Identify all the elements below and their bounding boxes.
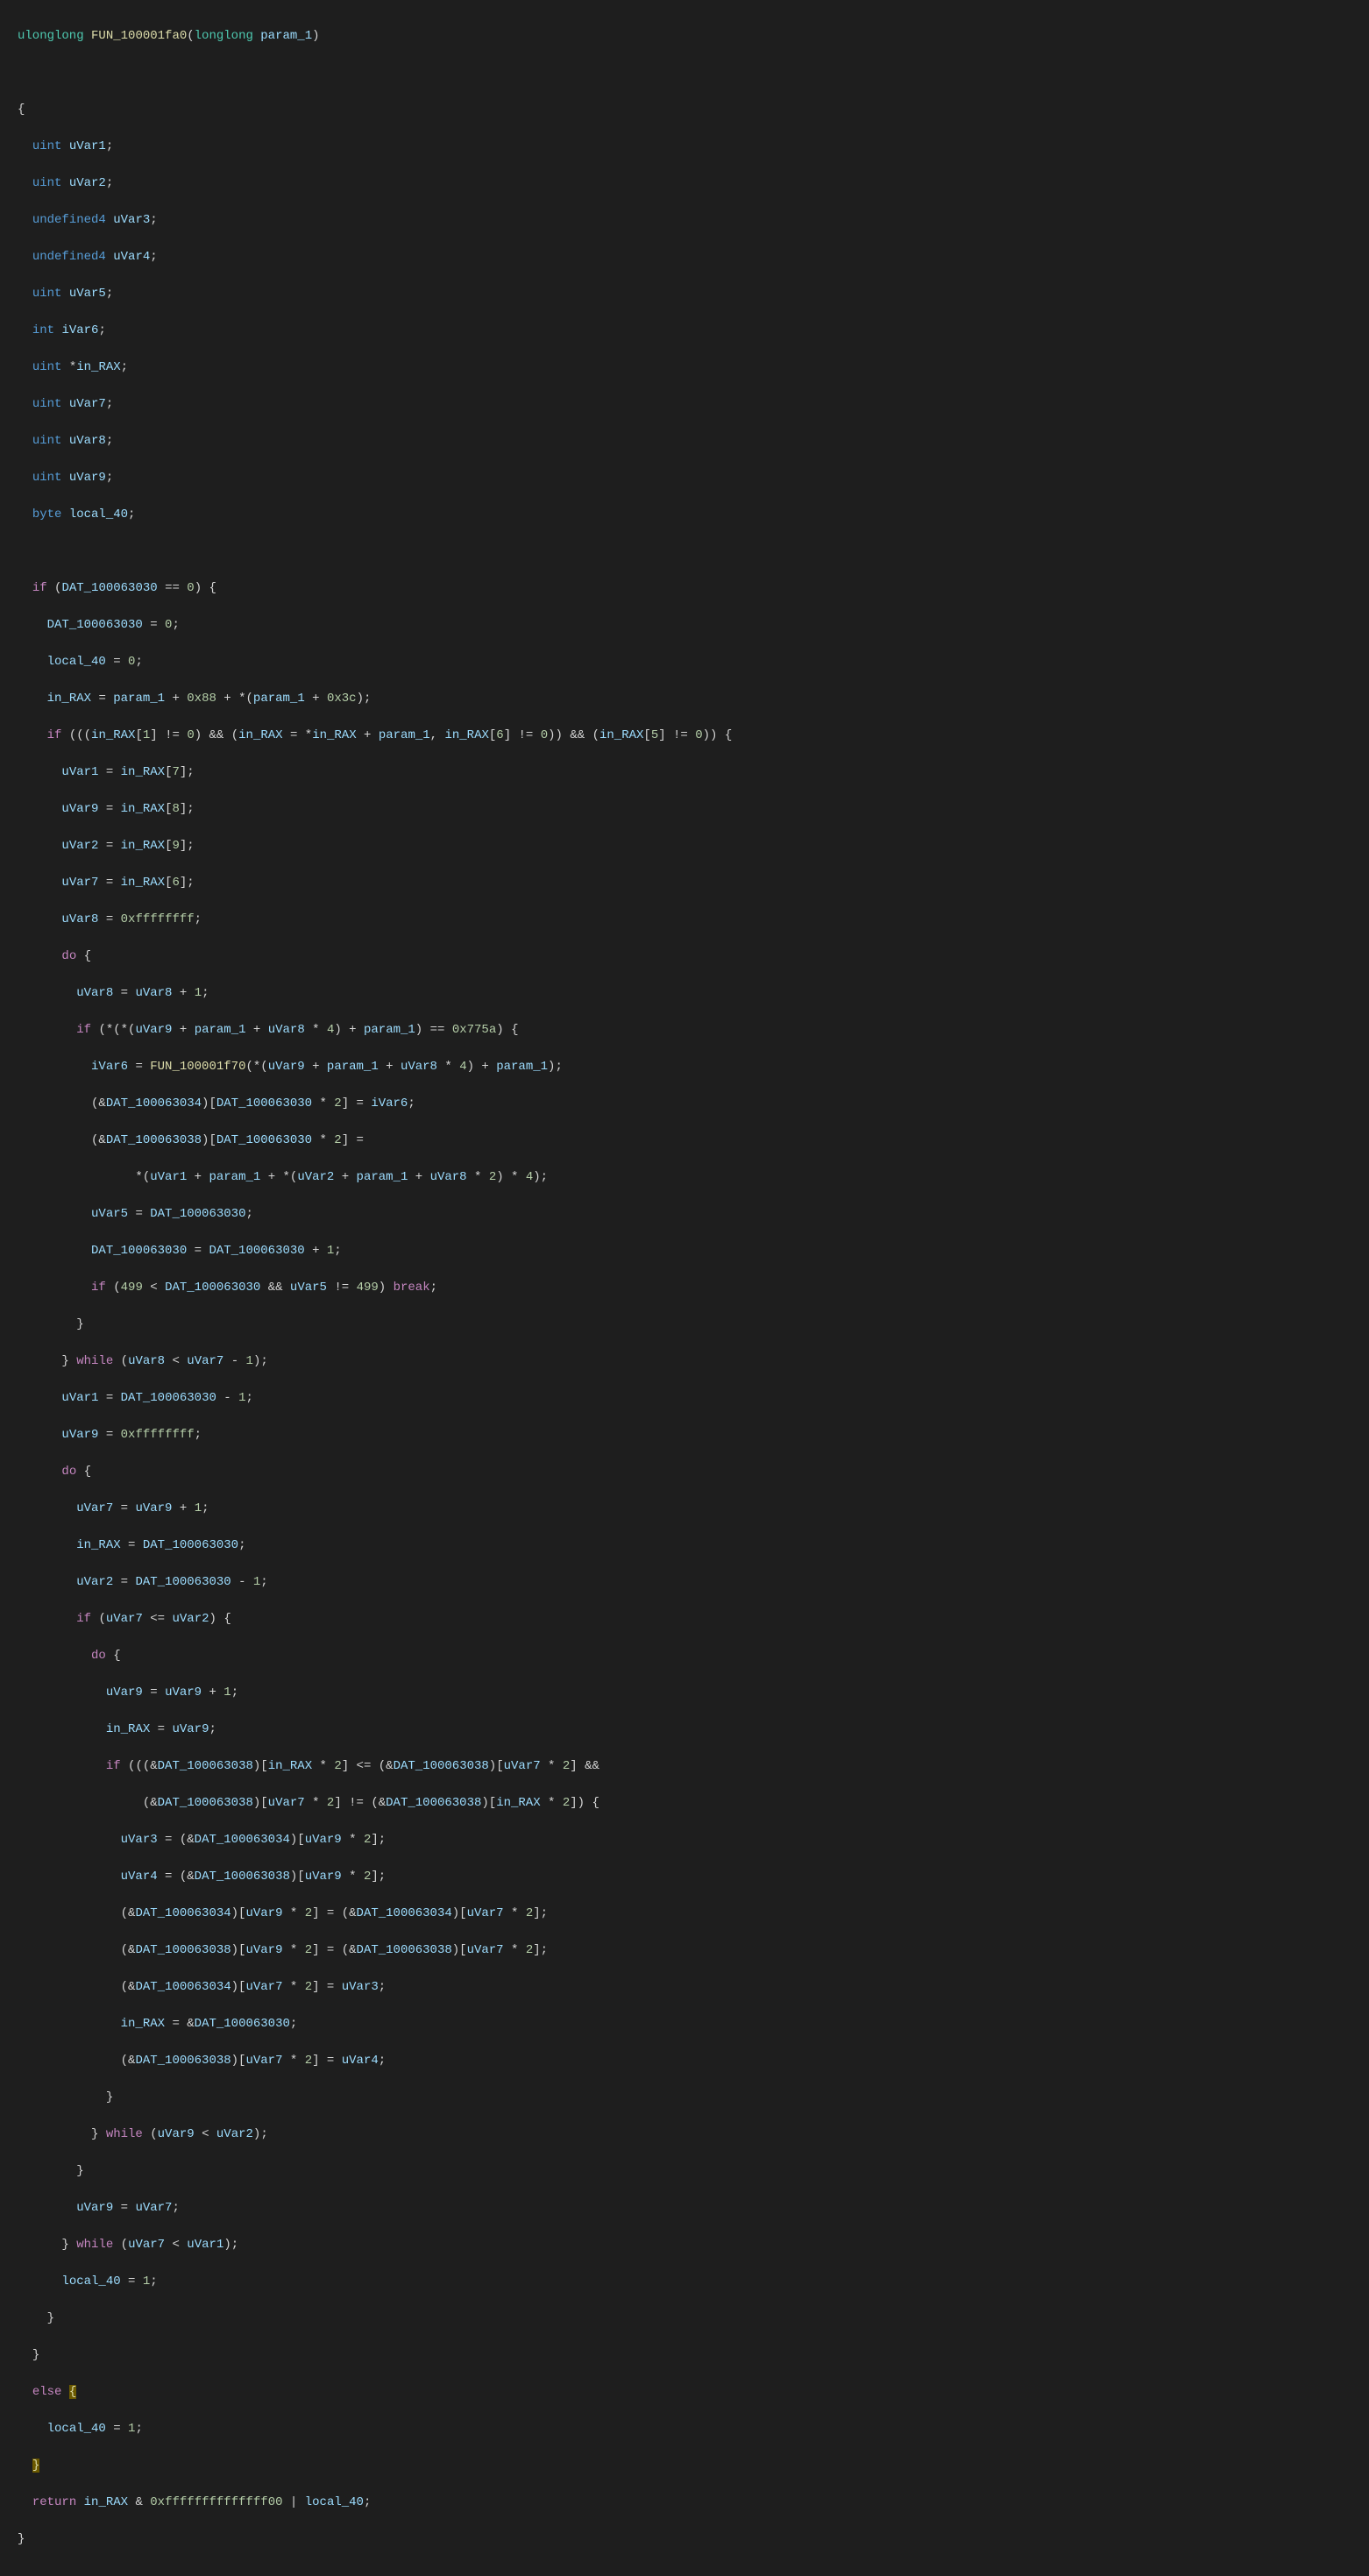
- line-23: uVar8 = 0xffffffff;: [18, 911, 1351, 929]
- line-61: }: [18, 2310, 1351, 2328]
- line-3: uint uVar1;: [18, 138, 1351, 156]
- line-22: uVar7 = in_RAX[6];: [18, 874, 1351, 892]
- line-66: return in_RAX & 0xffffffffffffff00 | loc…: [18, 2494, 1351, 2512]
- line-14: if (DAT_100063030 == 0) {: [18, 579, 1351, 598]
- line-33: if (499 < DAT_100063030 && uVar5 != 499)…: [18, 1279, 1351, 1297]
- line-63: else {: [18, 2383, 1351, 2402]
- line-blank2: [18, 543, 1351, 561]
- line-59: } while (uVar7 < uVar1);: [18, 2236, 1351, 2254]
- line-49: uVar4 = (&DAT_100063038)[uVar9 * 2];: [18, 1868, 1351, 1886]
- line-60: local_40 = 1;: [18, 2273, 1351, 2291]
- line-44: uVar9 = uVar9 + 1;: [18, 1684, 1351, 1702]
- line-43: do {: [18, 1647, 1351, 1665]
- code-view: ulonglong FUN_100001fa0(longlong param_1…: [0, 9, 1369, 2567]
- line-56: } while (uVar9 < uVar2);: [18, 2125, 1351, 2144]
- line-17: in_RAX = param_1 + 0x88 + *(param_1 + 0x…: [18, 690, 1351, 708]
- line-46: if (((&DAT_100063038)[in_RAX * 2] <= (&D…: [18, 1757, 1351, 1776]
- line-1: ulonglong FUN_100001fa0(longlong param_1…: [18, 27, 1351, 46]
- line-41: uVar2 = DAT_100063030 - 1;: [18, 1573, 1351, 1592]
- line-28: (&DAT_100063034)[DAT_100063030 * 2] = iV…: [18, 1095, 1351, 1113]
- line-50: (&DAT_100063034)[uVar9 * 2] = (&DAT_1000…: [18, 1905, 1351, 1923]
- line-64: local_40 = 1;: [18, 2420, 1351, 2438]
- line-5: undefined4 uVar3;: [18, 211, 1351, 230]
- line-54: (&DAT_100063038)[uVar7 * 2] = uVar4;: [18, 2052, 1351, 2070]
- line-36: uVar1 = DAT_100063030 - 1;: [18, 1389, 1351, 1408]
- line-37: uVar9 = 0xffffffff;: [18, 1426, 1351, 1444]
- line-62: }: [18, 2346, 1351, 2365]
- line-35: } while (uVar8 < uVar7 - 1);: [18, 1352, 1351, 1371]
- line-4: uint uVar2;: [18, 174, 1351, 193]
- line-58: uVar9 = uVar7;: [18, 2199, 1351, 2218]
- line-25: uVar8 = uVar8 + 1;: [18, 984, 1351, 1003]
- line-9: uint *in_RAX;: [18, 358, 1351, 377]
- line-52: (&DAT_100063034)[uVar7 * 2] = uVar3;: [18, 1978, 1351, 1997]
- line-32: DAT_100063030 = DAT_100063030 + 1;: [18, 1242, 1351, 1260]
- line-15: DAT_100063030 = 0;: [18, 616, 1351, 635]
- line-12: uint uVar9;: [18, 469, 1351, 487]
- line-51: (&DAT_100063038)[uVar9 * 2] = (&DAT_1000…: [18, 1941, 1351, 1960]
- line-19: uVar1 = in_RAX[7];: [18, 763, 1351, 782]
- line-20: uVar9 = in_RAX[8];: [18, 800, 1351, 819]
- line-53: in_RAX = &DAT_100063030;: [18, 2015, 1351, 2033]
- line-30: *(uVar1 + param_1 + *(uVar2 + param_1 + …: [18, 1168, 1351, 1187]
- line-2: {: [18, 101, 1351, 119]
- line-47: (&DAT_100063038)[uVar7 * 2] != (&DAT_100…: [18, 1794, 1351, 1813]
- line-21: uVar2 = in_RAX[9];: [18, 837, 1351, 855]
- line-57: }: [18, 2162, 1351, 2181]
- line-29: (&DAT_100063038)[DAT_100063030 * 2] =: [18, 1132, 1351, 1150]
- line-67: }: [18, 2530, 1351, 2549]
- line-38: do {: [18, 1463, 1351, 1481]
- line-55: }: [18, 2089, 1351, 2107]
- line-6: undefined4 uVar4;: [18, 248, 1351, 266]
- line-blank: [18, 64, 1351, 82]
- line-39: uVar7 = uVar9 + 1;: [18, 1500, 1351, 1518]
- line-13: byte local_40;: [18, 506, 1351, 524]
- line-27: iVar6 = FUN_100001f70(*(uVar9 + param_1 …: [18, 1058, 1351, 1076]
- line-24: do {: [18, 947, 1351, 966]
- line-11: uint uVar8;: [18, 432, 1351, 451]
- line-18: if (((in_RAX[1] != 0) && (in_RAX = *in_R…: [18, 727, 1351, 745]
- line-26: if (*(*(uVar9 + param_1 + uVar8 * 4) + p…: [18, 1021, 1351, 1040]
- line-10: uint uVar7;: [18, 395, 1351, 414]
- line-48: uVar3 = (&DAT_100063034)[uVar9 * 2];: [18, 1831, 1351, 1849]
- line-65: }: [18, 2457, 1351, 2475]
- line-16: local_40 = 0;: [18, 653, 1351, 671]
- line-31: uVar5 = DAT_100063030;: [18, 1205, 1351, 1224]
- line-45: in_RAX = uVar9;: [18, 1721, 1351, 1739]
- line-42: if (uVar7 <= uVar2) {: [18, 1610, 1351, 1629]
- line-40: in_RAX = DAT_100063030;: [18, 1536, 1351, 1555]
- line-8: int iVar6;: [18, 322, 1351, 340]
- line-34: }: [18, 1316, 1351, 1334]
- line-7: uint uVar5;: [18, 285, 1351, 303]
